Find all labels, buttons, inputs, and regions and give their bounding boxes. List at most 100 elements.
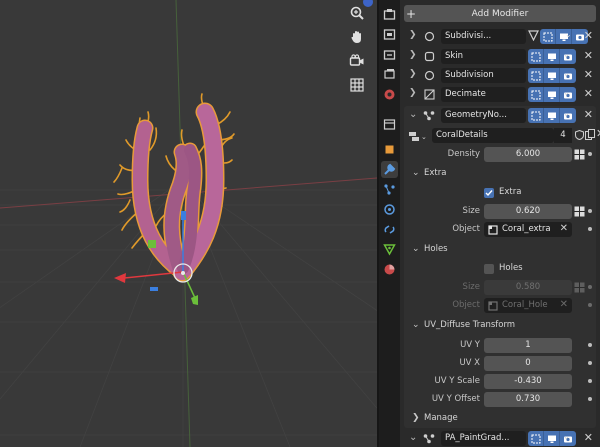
node-group-users-count[interactable]: 4 [554,128,572,143]
viewport-display-icon[interactable] [544,49,560,64]
viewport-display-icon[interactable] [544,87,560,102]
keyframe-dot-icon[interactable] [588,397,592,401]
extra-subpanel-header[interactable]: ⌄ Extra [404,166,596,182]
edit-mode-icon[interactable] [528,87,544,102]
close-icon[interactable]: ✕ [584,49,593,62]
density-value-field[interactable]: 6.000 [484,147,572,162]
chevron-right-icon[interactable]: ❯ [409,88,419,98]
modifier-name-field[interactable]: Skin [441,49,526,64]
close-icon[interactable]: ✕ [584,108,593,121]
modifier-row[interactable]: ❯ Skin ⌄ ✕ [404,47,596,66]
chevron-down-icon[interactable]: ⌄ [563,109,570,118]
keyframe-dot-icon[interactable] [588,285,592,289]
keyframe-dot-icon[interactable] [588,227,592,231]
add-modifier-button[interactable]: + Add Modifier [404,5,596,22]
uv-x-field[interactable]: 0 [484,356,572,371]
scene-tab-icon[interactable] [381,86,398,103]
modifier-name-field[interactable]: Subdivision [441,68,526,83]
edit-mode-icon[interactable] [528,108,544,123]
keyframe-dot-icon[interactable] [588,303,592,307]
modifier-row[interactable]: ❯ Subdivisi... ⌄ ✕ [404,27,596,46]
extra-object-field[interactable]: Coral_extra ✕ [484,222,572,237]
close-icon[interactable]: ✕ [584,68,593,81]
holes-subpanel-header[interactable]: ⌄ Holes [404,242,596,258]
physics-tab-icon[interactable] [381,201,398,218]
particles-tab-icon[interactable] [381,181,398,198]
chevron-down-icon[interactable]: ⌄ [563,50,570,59]
chevron-down-icon[interactable]: ⌄ [563,432,570,441]
modifier-name-field[interactable]: Subdivisi... [441,29,526,44]
holes-object-field[interactable]: Coral_Hole ✕ [484,298,572,313]
chevron-right-icon[interactable]: ❯ [409,30,419,40]
uv-y-scale-field[interactable]: -0.430 [484,374,572,389]
view-layer-tab-icon[interactable] [381,66,398,83]
modifier-row[interactable]: ❯ Subdivision ⌄ ✕ [404,66,596,85]
modifier-row-expanded[interactable]: ⌄ PA_PaintGrad... ⌄ ✕ [404,429,596,447]
edit-mode-icon[interactable] [528,49,544,64]
collection-tab-icon[interactable] [381,116,398,133]
constraints-tab-icon[interactable] [381,221,398,238]
viewport-scene[interactable] [0,0,377,447]
viewport-display-icon[interactable] [544,68,560,83]
keyframe-dot-icon[interactable] [588,361,592,365]
unlink-close-icon[interactable]: ✕ [596,127,600,140]
clear-object-icon[interactable]: ✕ [560,223,568,234]
chevron-down-icon[interactable]: ⌄ [565,30,572,39]
svg-text:⌄: ⌄ [421,133,427,141]
chevron-down-icon[interactable]: ⌄ [409,432,419,443]
modifiers-tab-icon[interactable] [381,161,398,178]
chevron-down-icon[interactable]: ⌄ [563,88,570,97]
close-icon[interactable]: ✕ [584,431,593,444]
3d-viewport[interactable] [0,0,377,447]
chevron-down-icon[interactable]: ⌄ [409,109,419,120]
material-tab-icon[interactable] [381,261,398,278]
clear-object-icon[interactable]: ✕ [560,299,568,310]
uv-y-field[interactable]: 1 [484,338,572,353]
modifier-name-field[interactable]: Decimate [441,87,526,102]
keyframe-dot-icon[interactable] [588,152,592,156]
close-icon[interactable]: ✕ [584,87,593,100]
extra-size-field[interactable]: 0.620 [484,204,572,219]
grid-ortho-icon[interactable] [346,74,368,96]
close-icon[interactable]: ✕ [584,29,593,42]
holes-size-field[interactable]: 0.580 [484,280,572,295]
edit-mode-icon[interactable] [528,431,544,446]
modifier-name-field[interactable]: PA_PaintGrad... [441,431,526,446]
modifier-row[interactable]: ❯ Decimate ⌄ ✕ [404,85,596,104]
keyframe-dot-icon[interactable] [588,379,592,383]
tool-tab-icon[interactable] [381,6,398,23]
node-group-name-field[interactable]: CoralDetails [432,128,554,143]
data-tab-icon[interactable] [381,241,398,258]
uv-transform-subpanel-header[interactable]: ⌄ UV_Diffuse Transform [404,318,596,334]
chevron-down-icon[interactable]: ⌄ [563,69,570,78]
zoom-icon[interactable] [346,2,368,24]
chevron-right-icon[interactable]: ❯ [409,69,419,79]
viewport-navigation [346,2,368,98]
keyframe-dot-icon[interactable] [588,209,592,213]
edit-mode-icon[interactable] [528,68,544,83]
edit-mode-icon[interactable] [540,29,556,44]
viewport-display-icon[interactable] [544,108,560,123]
fake-user-shield-icon[interactable] [575,129,584,143]
camera-icon[interactable] [346,50,368,72]
keyframe-dot-icon[interactable] [588,343,592,347]
modifier-row-expanded[interactable]: ⌄ GeometryNo... ⌄ ✕ [404,106,596,125]
viewport-display-icon[interactable] [544,431,560,446]
modifier-name-field[interactable]: GeometryNo... [441,108,526,123]
on-cage-icon[interactable] [528,30,539,44]
node-tree-icon[interactable]: ⌄ [408,130,428,145]
node-socket-toggle-icon[interactable] [574,282,585,296]
uv-y-offset-field[interactable]: 0.730 [484,392,572,407]
node-socket-toggle-icon[interactable] [574,149,585,163]
manage-subpanel-header[interactable]: ❯ Manage [404,411,596,427]
render-tab-icon[interactable] [381,26,398,43]
duplicate-icon[interactable] [585,129,595,143]
node-socket-toggle-icon[interactable] [574,206,585,220]
chevron-right-icon[interactable]: ❯ [409,50,419,60]
extra-checkbox[interactable] [484,188,494,198]
holes-checkbox[interactable] [484,264,494,274]
hand-pan-icon[interactable] [346,26,368,48]
object-tab-icon[interactable] [381,141,398,158]
output-tab-icon[interactable] [381,46,398,63]
extra-object-property: Object Coral_extra ✕ [404,222,596,238]
